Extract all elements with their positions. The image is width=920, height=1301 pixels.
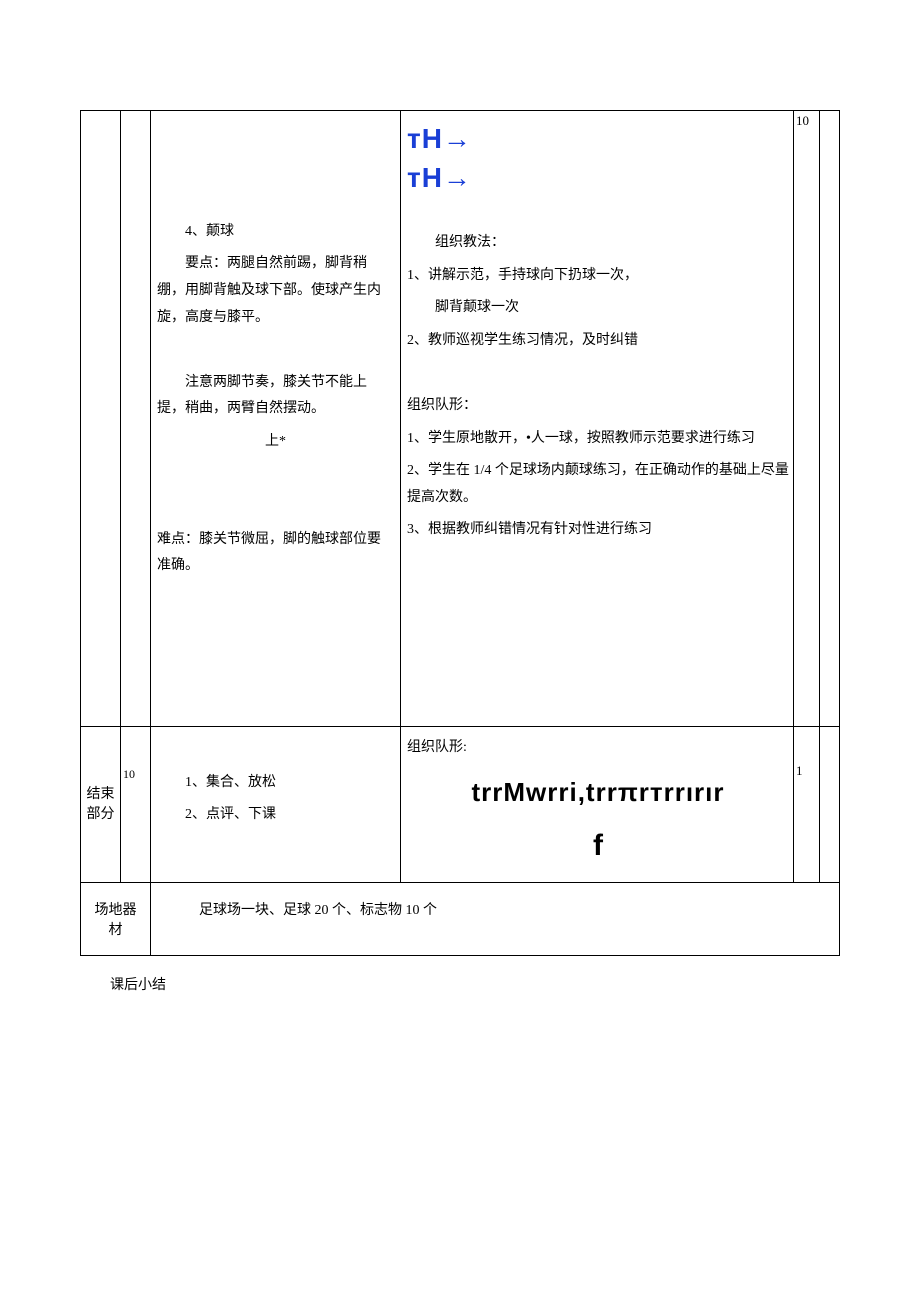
section-cell: 结束部分 (81, 727, 121, 883)
equipment-value: 足球场一块、足球 20 个、标志物 10 个 (159, 899, 831, 919)
formation-symbol: trrMwrri,trrπrтrrırır (407, 768, 789, 817)
end-content-item: 2、点评、下课 (157, 802, 394, 829)
table-row: 场地器材 足球场一块、足球 20 个、标志物 10 个 (81, 883, 840, 956)
time-value: 10 (123, 733, 148, 782)
end-content-item: 1、集合、放松 (157, 770, 394, 797)
formation-item: 1、学生原地散开，•人一球，按照教师示范要求进行练习 (407, 426, 789, 453)
content-up: 上* (157, 429, 394, 456)
formation-item: 2、学生在 1/4 个足球场内颠球练习，在正确动作的基础上尽量提高次数。 (407, 458, 789, 511)
extra-cell (820, 727, 840, 883)
table-row: 结束部分 10 1、集合、放松 2、点评、下课 组织队形: trrMwrri,t… (81, 727, 840, 883)
section-label: 结束部分 (83, 785, 118, 824)
teaching-method-label: 组织教法： (407, 230, 789, 257)
equipment-value-cell: 足球场一块、足球 20 个、标志物 10 个 (151, 883, 840, 956)
count-cell: 10 (794, 111, 820, 727)
time-cell (121, 111, 151, 727)
after-class-note: 课后小结 (80, 956, 840, 994)
count-value: 10 (796, 113, 809, 128)
content-item-title: 4、颠球 (157, 219, 394, 246)
formation-symbol: f (407, 817, 789, 874)
method-cell: тH→ тH→ 组织教法： 1、讲解示范，手持球向下扔球一次， 脚背颠球一次 2… (401, 111, 794, 727)
content-cell: 1、集合、放松 2、点评、下课 (151, 727, 401, 883)
content-keypoint: 要点：两腿自然前踢，脚背稍绷，用脚背触及球下部。使球产生内旋，高度与膝平。 (157, 251, 394, 331)
content-note: 注意两脚节奏，膝关节不能上提，稍曲，两臂自然摆动。 (157, 370, 394, 423)
table-row: 4、颠球 要点：两腿自然前踢，脚背稍绷，用脚背触及球下部。使球产生内旋，高度与膝… (81, 111, 840, 727)
equipment-label: 场地器材 (95, 903, 137, 938)
teaching-method-item: 1、讲解示范，手持球向下扔球一次， (407, 263, 789, 290)
formation-symbol: тH→ (407, 119, 789, 158)
equipment-label-cell: 场地器材 (81, 883, 151, 956)
document-page: 4、颠球 要点：两腿自然前踢，脚背稍绷，用脚背触及球下部。使球产生内旋，高度与膝… (0, 0, 920, 1054)
extra-cell (820, 111, 840, 727)
teaching-method-item: 脚背颠球一次 (407, 295, 789, 322)
formation-symbol: тH→ (407, 158, 789, 197)
formation-label: 组织队形： (407, 393, 789, 420)
teaching-method-item: 2、教师巡视学生练习情况，及时纠错 (407, 328, 789, 355)
time-cell: 10 (121, 727, 151, 883)
content-difficulty: 难点：膝关节微屈，脚的触球部位要准确。 (157, 527, 394, 580)
content-cell: 4、颠球 要点：两腿自然前踢，脚背稍绷，用脚背触及球下部。使球产生内旋，高度与膝… (151, 111, 401, 727)
formation-label: 组织队形: (407, 735, 789, 762)
formation-item: 3、根据教师纠错情况有针对性进行练习 (407, 517, 789, 544)
section-cell (81, 111, 121, 727)
count-cell: 1 (794, 727, 820, 883)
lesson-plan-table: 4、颠球 要点：两腿自然前踢，脚背稍绷，用脚背触及球下部。使球产生内旋，高度与膝… (80, 110, 840, 956)
method-cell: 组织队形: trrMwrri,trrπrтrrırır f (401, 727, 794, 883)
count-value: 1 (796, 729, 817, 779)
